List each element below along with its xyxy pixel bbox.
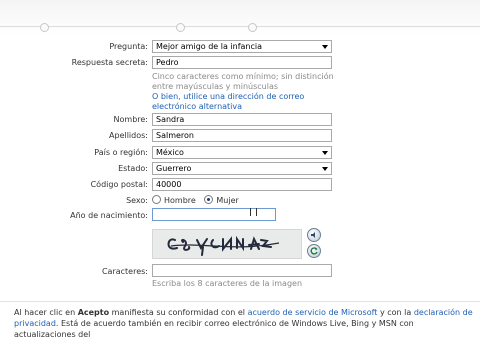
terms-text-4: . Está de acuerdo también en recibir cor… bbox=[14, 319, 414, 339]
text-cursor-icon bbox=[250, 208, 257, 216]
question-label: Pregunta: bbox=[109, 42, 148, 51]
country-select[interactable]: México bbox=[152, 146, 332, 159]
gender-option-male[interactable]: Hombre bbox=[152, 195, 198, 205]
secret-answer-hint-line1: Cinco caracteres como mínimo; sin distin… bbox=[152, 72, 334, 81]
radio-unselected-icon[interactable] bbox=[152, 195, 161, 204]
terms-text-1: Al hacer clic en bbox=[14, 308, 78, 317]
gender-radio-group: Hombre Mujer bbox=[152, 195, 239, 205]
gender-label: Sexo: bbox=[126, 196, 148, 205]
last-name-input[interactable]: Salmeron bbox=[152, 129, 332, 142]
chevron-down-icon bbox=[322, 45, 328, 49]
question-select[interactable]: Mejor amigo de la infancia bbox=[152, 40, 332, 53]
first-name-label: Nombre: bbox=[113, 115, 148, 124]
postal-code-label: Código postal: bbox=[90, 180, 148, 189]
top-toolbar-background bbox=[0, 0, 480, 36]
alternate-email-link[interactable]: O bien, utilice una dirección de correo … bbox=[152, 92, 304, 112]
country-label: País o región: bbox=[94, 148, 148, 157]
postal-code-input[interactable]: 40000 bbox=[152, 178, 332, 191]
chevron-down-icon bbox=[322, 167, 328, 171]
terms-accept-word: Acepto bbox=[77, 308, 110, 317]
radio-selected-icon[interactable] bbox=[204, 195, 214, 204]
alternate-email-link-line2[interactable]: electrónico alternativa bbox=[152, 102, 304, 112]
captcha-distorted-text bbox=[167, 235, 280, 256]
country-value: México bbox=[156, 148, 184, 157]
toolbar-circle-icon bbox=[248, 23, 257, 32]
toolbar-circle-icon bbox=[176, 23, 185, 32]
question-value: Mejor amigo de la infancia bbox=[156, 42, 263, 51]
birth-year-label: Año de nacimiento: bbox=[70, 211, 148, 220]
state-value: Guerrero bbox=[156, 164, 192, 173]
toolbar-circle-icon bbox=[40, 23, 49, 32]
chevron-down-icon bbox=[322, 151, 328, 155]
alternate-email-link-line1[interactable]: O bien, utilice una dirección de correo bbox=[152, 92, 304, 102]
secret-answer-label: Respuesta secreta: bbox=[71, 58, 148, 67]
secret-answer-input[interactable]: Pedro bbox=[152, 56, 332, 69]
toolbar-divider bbox=[0, 26, 480, 27]
characters-label: Caracteres: bbox=[101, 267, 148, 276]
section-divider bbox=[0, 301, 480, 302]
gender-option-female[interactable]: Mujer bbox=[204, 195, 239, 205]
gender-option-male-label[interactable]: Hombre bbox=[164, 196, 196, 205]
characters-input[interactable] bbox=[152, 264, 332, 277]
state-select[interactable]: Guerrero bbox=[152, 162, 332, 175]
terms-paragraph: Al hacer clic en Acepto manifiesta su co… bbox=[14, 307, 476, 340]
birth-year-input[interactable] bbox=[152, 208, 276, 221]
state-label: Estado: bbox=[118, 164, 148, 173]
captcha-image bbox=[152, 229, 302, 259]
terms-text-3: y con la bbox=[377, 308, 414, 317]
secret-answer-hint-line2: entre mayúsculas y minúsculas bbox=[152, 82, 279, 91]
refresh-captcha-icon[interactable] bbox=[307, 244, 321, 258]
audio-captcha-icon[interactable] bbox=[307, 228, 321, 242]
last-name-label: Apellidos: bbox=[109, 131, 148, 140]
characters-hint: Escriba los 8 caracteres de la imagen bbox=[152, 279, 303, 288]
gender-option-female-label[interactable]: Mujer bbox=[216, 196, 238, 205]
service-agreement-link[interactable]: acuerdo de servicio de Microsoft bbox=[248, 308, 378, 317]
terms-text-2: manifiesta su conformidad con el bbox=[109, 308, 248, 317]
first-name-input[interactable]: Sandra bbox=[152, 113, 332, 126]
